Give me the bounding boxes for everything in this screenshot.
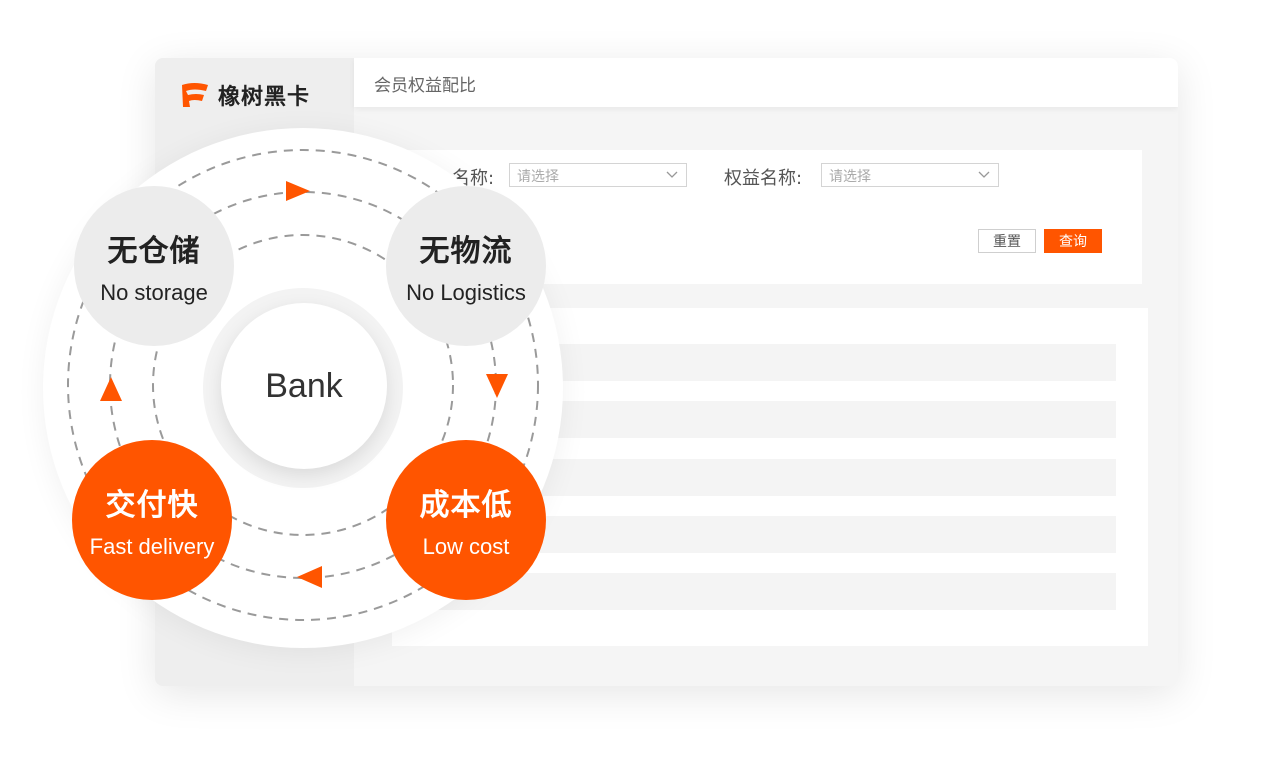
main-content: 会员权益配比 名称: 请选择 权益名称: 请选择 重置 查询 <box>354 58 1178 686</box>
query-button[interactable]: 查询 <box>1044 229 1102 253</box>
name-select[interactable]: 请选择 <box>509 163 687 187</box>
reset-button[interactable]: 重置 <box>978 229 1036 253</box>
brand-flag-icon <box>182 83 208 107</box>
arrow-up-icon <box>100 377 122 401</box>
list-item[interactable] <box>392 344 1116 381</box>
brand[interactable]: 橡树黑卡 <box>180 79 310 111</box>
list-item[interactable] <box>392 459 1116 496</box>
name-filter-label: 名称: <box>452 168 495 189</box>
benefit-select[interactable]: 请选择 <box>821 163 999 187</box>
page-header: 会员权益配比 <box>354 58 1178 107</box>
filter-panel: 名称: 请选择 权益名称: 请选择 重置 查询 <box>392 150 1142 284</box>
name-select-placeholder: 请选择 <box>517 169 559 185</box>
list-item[interactable] <box>392 516 1116 553</box>
page-title: 会员权益配比 <box>374 76 476 96</box>
result-list <box>392 308 1148 646</box>
app-window: 橡树黑卡 会员权益配比 名称: 请选择 权益名称: 请选择 重置 查询 <box>155 58 1178 686</box>
benefit-filter-label: 权益名称: <box>724 168 803 189</box>
brand-name: 橡树黑卡 <box>218 85 311 110</box>
chevron-down-icon <box>666 171 678 178</box>
sidebar: 橡树黑卡 <box>155 58 354 686</box>
chevron-down-icon <box>978 171 990 178</box>
benefit-select-placeholder: 请选择 <box>829 169 871 185</box>
list-item[interactable] <box>392 573 1116 610</box>
stage: 橡树黑卡 会员权益配比 名称: 请选择 权益名称: 请选择 重置 查询 Bank… <box>0 0 1280 774</box>
list-item[interactable] <box>392 401 1116 438</box>
